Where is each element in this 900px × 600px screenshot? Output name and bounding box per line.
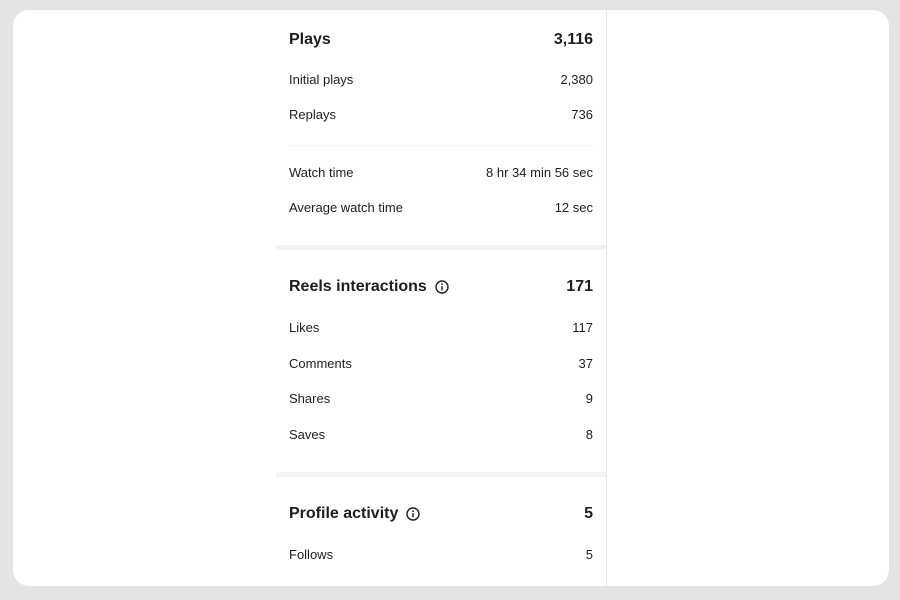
metric-label: Initial plays — [289, 71, 354, 87]
profile-total: 5 — [584, 505, 593, 522]
metric-row-replays: Replays 736 — [289, 102, 593, 126]
profile-title: Profile activity — [289, 505, 399, 522]
metric-value: 736 — [571, 106, 593, 122]
metric-value: 117 — [572, 319, 593, 335]
metric-row-initial-plays: Initial plays 2,380 — [289, 67, 593, 91]
metric-label: Saves — [289, 426, 326, 442]
info-icon[interactable] — [406, 507, 421, 521]
section-divider — [276, 472, 606, 477]
profile-header: Profile activity 5 — [289, 500, 593, 528]
metric-label: Replays — [289, 106, 336, 122]
metric-value: 37 — [578, 355, 593, 371]
plays-title: Plays — [289, 31, 331, 48]
interactions-title: Reels interactions — [289, 278, 427, 295]
interactions-header: Reels interactions 171 — [289, 273, 593, 301]
section-divider — [276, 245, 606, 250]
metric-row-follows: Follows 5 — [289, 542, 593, 566]
divider — [289, 145, 593, 146]
metric-label: Average watch time — [289, 199, 403, 215]
metric-label: Likes — [289, 319, 320, 335]
metric-label: Shares — [289, 390, 331, 406]
metric-row-shares: Shares 9 — [289, 386, 593, 410]
metric-row-watch-time: Watch time 8 hr 34 min 56 sec — [289, 160, 593, 184]
insights-card: Plays 3,116 Initial plays 2,380 Replays … — [13, 10, 889, 586]
interactions-total: 171 — [566, 278, 593, 295]
metric-value: 2,380 — [560, 71, 593, 87]
metric-value: 5 — [585, 546, 593, 562]
metric-row-comments: Comments 37 — [289, 351, 593, 375]
info-icon[interactable] — [435, 280, 449, 294]
metric-value: 8 hr 34 min 56 sec — [486, 164, 593, 180]
reel-insights-panel: Plays 3,116 Initial plays 2,380 Replays … — [276, 10, 607, 586]
metric-value: 12 sec — [554, 199, 593, 215]
metric-label: Watch time — [289, 164, 354, 180]
plays-header: Plays 3,116 — [289, 26, 593, 54]
metric-label: Comments — [289, 355, 352, 371]
plays-total: 3,116 — [553, 31, 593, 48]
metric-row-average-watch-time: Average watch time 12 sec — [289, 195, 593, 219]
metric-value: 9 — [585, 390, 593, 406]
metric-row-likes: Likes 117 — [289, 315, 593, 339]
metric-value: 8 — [585, 426, 593, 442]
interactions-title-group: Reels interactions — [289, 278, 449, 296]
metric-row-saves: Saves 8 — [289, 422, 593, 446]
profile-title-group: Profile activity — [289, 505, 421, 523]
metric-label: Follows — [289, 546, 334, 562]
